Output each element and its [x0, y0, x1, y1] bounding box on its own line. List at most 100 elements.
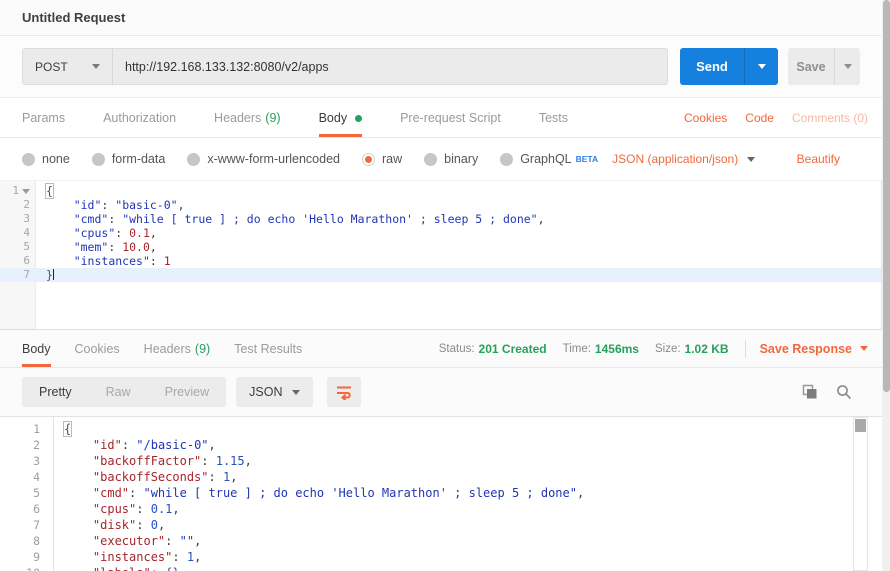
radio-raw[interactable]: raw: [362, 152, 402, 166]
chevron-down-icon: [292, 390, 300, 395]
tab-test-results[interactable]: Test Results: [234, 330, 302, 367]
search-icon: [836, 384, 852, 400]
beautify-link[interactable]: Beautify: [797, 152, 840, 166]
code-line[interactable]: 3 "cmd": "while [ true ] ; do echo 'Hell…: [0, 212, 881, 226]
radio-graphql[interactable]: GraphQL BETA: [500, 152, 598, 166]
code-line: 3 "backoffFactor": 1.15,: [0, 453, 882, 469]
code-line: 2 "id": "/basic-0",: [0, 437, 882, 453]
line-number: 1: [0, 184, 36, 198]
line-number: 5: [0, 240, 36, 254]
tab-body[interactable]: Body: [319, 99, 363, 137]
save-split-button: Save: [788, 48, 860, 85]
send-options-button[interactable]: [744, 48, 778, 85]
code-text[interactable]: "id": "basic-0",: [36, 198, 881, 212]
code-line[interactable]: 1{: [0, 184, 881, 198]
tab-params[interactable]: Params: [22, 99, 65, 137]
code-line[interactable]: 6 "instances": 1: [0, 254, 881, 268]
code-line: 1{: [0, 421, 882, 437]
code-text[interactable]: {: [36, 184, 881, 198]
copy-icon: [802, 384, 818, 400]
code-line: 8 "executor": "",: [0, 533, 882, 549]
response-format-select[interactable]: JSON: [236, 377, 313, 407]
response-view-toolbar: Pretty Raw Preview JSON: [0, 368, 890, 416]
chevron-down-icon: [747, 157, 755, 162]
window-scrollbar[interactable]: [882, 0, 890, 571]
chevron-down-icon: [92, 64, 100, 69]
code-line: 10 "labels": {},: [0, 565, 882, 571]
headers-count-badge: (9): [265, 111, 280, 125]
line-number: 1: [0, 421, 54, 437]
request-url-bar: POST http://192.168.133.132:8080/v2/apps…: [0, 37, 890, 98]
beta-badge: BETA: [576, 154, 599, 164]
url-input[interactable]: http://192.168.133.132:8080/v2/apps: [113, 49, 667, 84]
scrollbar-thumb[interactable]: [883, 0, 890, 392]
request-tabs: Params Authorization Headers (9) Body Pr…: [0, 99, 890, 138]
line-number: 3: [0, 212, 36, 226]
send-split-button: Send: [680, 48, 778, 85]
tab-authorization[interactable]: Authorization: [103, 99, 176, 137]
chevron-down-icon: [844, 64, 852, 69]
status-label: Status:: [439, 343, 475, 355]
code-line[interactable]: 7}: [0, 268, 881, 282]
code-line: 4 "backoffSeconds": 1,: [0, 469, 882, 485]
code-line: 7 "disk": 0,: [0, 517, 882, 533]
line-number: 5: [0, 485, 54, 501]
line-number: 2: [0, 198, 36, 212]
code-text: {: [54, 421, 882, 437]
chevron-down-icon: [758, 64, 766, 69]
size-label: Size:: [655, 343, 681, 355]
save-options-button[interactable]: [834, 48, 860, 85]
radio-none[interactable]: none: [22, 152, 70, 166]
wrap-line-button[interactable]: [327, 377, 361, 407]
content-type-select[interactable]: JSON (application/json): [612, 152, 755, 166]
radio-x-www-form-urlencoded[interactable]: x-www-form-urlencoded: [187, 152, 340, 166]
copy-button[interactable]: [802, 384, 818, 400]
code-link[interactable]: Code: [745, 111, 774, 125]
tab-tests[interactable]: Tests: [539, 99, 568, 137]
body-type-row: none form-data x-www-form-urlencoded raw…: [0, 138, 890, 180]
wrap-line-icon: [335, 384, 353, 400]
code-line: 6 "cpus": 0.1,: [0, 501, 882, 517]
body-modified-dot: [355, 115, 362, 122]
cookies-link[interactable]: Cookies: [684, 111, 727, 125]
line-number: 4: [0, 226, 36, 240]
view-pretty-button[interactable]: Pretty: [22, 377, 89, 407]
tab-response-headers[interactable]: Headers (9): [144, 330, 211, 367]
method-value: POST: [35, 60, 68, 74]
tab-response-body[interactable]: Body: [22, 330, 51, 367]
tab-prerequest-script[interactable]: Pre-request Script: [400, 99, 501, 137]
comments-link[interactable]: Comments (0): [792, 111, 868, 125]
method-select[interactable]: POST: [23, 49, 113, 84]
code-text[interactable]: "mem": 10.0,: [36, 240, 881, 254]
request-body-editor[interactable]: 1{2 "id": "basic-0",3 "cmd": "while [ tr…: [0, 180, 882, 329]
view-raw-button[interactable]: Raw: [89, 377, 148, 407]
line-number: 7: [0, 268, 36, 282]
code-line[interactable]: 2 "id": "basic-0",: [0, 198, 881, 212]
response-scrollbar[interactable]: [853, 417, 868, 571]
size-value: 1.02 KB: [685, 342, 729, 356]
code-text[interactable]: "cmd": "while [ true ] ; do echo 'Hello …: [36, 212, 881, 226]
tab-headers[interactable]: Headers (9): [214, 99, 281, 137]
save-button[interactable]: Save: [788, 48, 834, 85]
view-preview-button[interactable]: Preview: [148, 377, 226, 407]
scrollbar-thumb[interactable]: [855, 419, 866, 432]
save-response-button[interactable]: Save Response: [760, 342, 868, 356]
code-text[interactable]: }: [36, 268, 881, 282]
code-text[interactable]: "instances": 1: [36, 254, 881, 268]
code-line[interactable]: 4 "cpus": 0.1,: [0, 226, 881, 240]
code-text: "instances": 1,: [54, 549, 882, 565]
response-toolbar-icons: [802, 384, 852, 400]
tab-response-cookies[interactable]: Cookies: [75, 330, 120, 367]
code-text[interactable]: "cpus": 0.1,: [36, 226, 881, 240]
send-button[interactable]: Send: [680, 48, 744, 85]
line-number: 10: [0, 565, 54, 571]
line-number: 6: [0, 254, 36, 268]
search-button[interactable]: [836, 384, 852, 400]
fold-caret-icon[interactable]: [22, 189, 30, 194]
code-line[interactable]: 5 "mem": 10.0,: [0, 240, 881, 254]
radio-binary[interactable]: binary: [424, 152, 478, 166]
line-number: 8: [0, 533, 54, 549]
request-links: Cookies Code Comments (0): [684, 99, 868, 137]
response-tabs: Body Cookies Headers (9) Test Results St…: [0, 329, 890, 368]
radio-form-data[interactable]: form-data: [92, 152, 166, 166]
